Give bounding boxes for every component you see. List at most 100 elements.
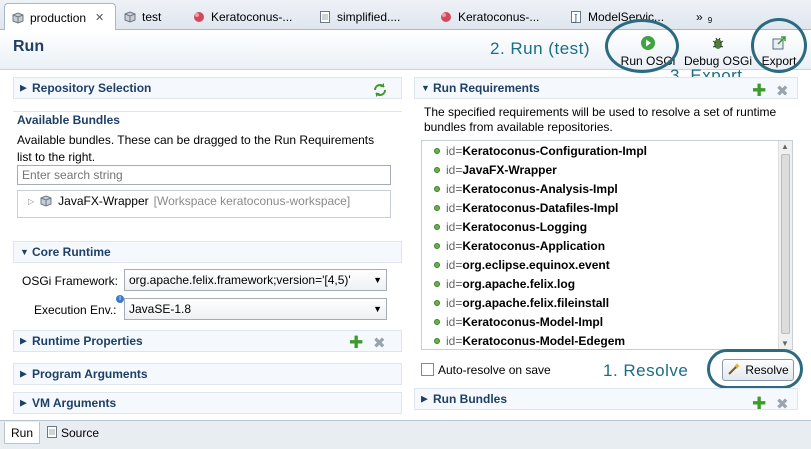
core-runtime-section[interactable]: ▼ Core Runtime — [13, 241, 402, 263]
requirement-row[interactable]: id=Keratoconus-Logging — [434, 220, 587, 234]
requirement-name: Keratoconus-Model-Edegem — [462, 334, 626, 348]
requirement-status-icon — [434, 167, 440, 173]
document-icon — [46, 425, 58, 441]
requirement-label: id=org.eclipse.equinox.event — [446, 258, 610, 272]
annotation-ring-resolve — [707, 349, 803, 389]
page-title: Run — [13, 38, 45, 55]
requirement-prefix: id= — [446, 296, 463, 310]
tab-simplified[interactable]: simplified.... — [312, 4, 422, 29]
add-requirement-icon[interactable]: ✚ — [752, 81, 766, 101]
tab-label: Keratoconus-... — [458, 9, 540, 24]
execution-env-select[interactable]: JavaSE-1.8 ▼ — [124, 298, 387, 320]
tab-keratoconus-2[interactable]: Keratoconus-... — [433, 4, 548, 29]
requirement-row[interactable]: id=Keratoconus-Analysis-Impl — [434, 182, 618, 196]
requirement-label: id=Keratoconus-Model-Edegem — [446, 334, 625, 348]
bundle-icon — [39, 194, 53, 208]
requirement-row[interactable]: id=org.eclipse.equinox.event — [434, 258, 610, 272]
requirement-prefix: id= — [446, 239, 463, 253]
scroll-up-icon[interactable]: ▲ — [781, 142, 789, 151]
requirement-prefix: id= — [446, 258, 463, 272]
bundle-icon — [123, 10, 137, 24]
refresh-icon[interactable] — [372, 82, 388, 101]
osgi-framework-select[interactable]: org.apache.felix.framework;version='[4,5… — [124, 269, 387, 291]
expanded-triangle-icon: ▼ — [421, 83, 430, 93]
collapsed-triangle-icon: ▶ — [20, 335, 27, 346]
select-value: JavaSE-1.8 — [129, 302, 192, 316]
program-arguments-section[interactable]: ▶ Program Arguments — [13, 363, 402, 385]
document-icon — [318, 10, 332, 24]
requirement-row[interactable]: id=Keratoconus-Configuration-Impl — [434, 144, 647, 158]
tab-test[interactable]: test — [117, 4, 177, 29]
section-title: Run Requirements — [433, 81, 540, 95]
expand-triangle-icon[interactable]: ▷ — [28, 197, 34, 206]
requirement-prefix: id= — [446, 163, 463, 177]
remove-requirement-icon[interactable]: ✖ — [776, 82, 789, 100]
auto-resolve-checkbox[interactable] — [421, 363, 434, 376]
add-bundle-icon[interactable]: ✚ — [752, 394, 766, 414]
section-title: Program Arguments — [32, 367, 148, 381]
bug-icon — [710, 35, 726, 54]
overflow-icon[interactable]: » — [696, 10, 703, 24]
remove-icon[interactable]: ✖ — [373, 334, 386, 352]
tab-label: production — [30, 10, 87, 25]
requirement-row[interactable]: id=org.apache.felix.fileinstall — [434, 296, 609, 310]
requirement-row[interactable]: id=Keratoconus-Datafiles-Impl — [434, 201, 618, 215]
requirement-status-icon — [434, 262, 440, 268]
run-icon — [439, 10, 453, 24]
run-requirements-section[interactable]: ▼ Run Requirements — [414, 77, 798, 99]
section-title: Core Runtime — [32, 245, 111, 259]
requirement-status-icon — [434, 338, 440, 344]
editor-tab-bar: production ✕ test Keratoconus-... simpli… — [0, 0, 811, 31]
run-bundles-section[interactable]: ▶ Run Bundles — [414, 388, 798, 410]
tab-production[interactable]: production ✕ — [4, 3, 116, 31]
requirement-prefix: id= — [446, 201, 463, 215]
requirement-row[interactable]: id=Keratoconus-Application — [434, 239, 605, 253]
available-bundles-list[interactable]: ▷ JavaFX-Wrapper [Workspace keratoconus-… — [17, 190, 391, 218]
requirement-prefix: id= — [446, 220, 463, 234]
list-item[interactable]: ▷ JavaFX-Wrapper [Workspace keratoconus-… — [28, 194, 350, 208]
requirement-name: Keratoconus-Configuration-Impl — [462, 144, 648, 158]
collapsed-triangle-icon: ▶ — [20, 368, 27, 379]
requirement-row[interactable]: id=Keratoconus-Model-Edegem — [434, 334, 625, 348]
tab-run[interactable]: Run — [4, 422, 41, 444]
requirement-row[interactable]: id=org.apache.felix.log — [434, 277, 575, 291]
tab-label: simplified.... — [337, 9, 401, 24]
java-icon: J — [569, 10, 583, 24]
requirement-status-icon — [434, 148, 440, 154]
requirement-label: id=Keratoconus-Configuration-Impl — [446, 144, 647, 158]
remove-bundle-icon[interactable]: ✖ — [776, 395, 789, 413]
run-icon — [192, 10, 206, 24]
repository-selection-section[interactable]: ▶ Repository Selection — [13, 77, 402, 99]
chevron-down-icon: ▼ — [373, 275, 382, 285]
scrollbar-thumb[interactable] — [781, 154, 790, 334]
close-icon[interactable]: ✕ — [95, 11, 104, 24]
tab-keratoconus-1[interactable]: Keratoconus-... — [186, 4, 296, 29]
requirement-label: id=Keratoconus-Analysis-Impl — [446, 182, 618, 196]
vm-arguments-section[interactable]: ▶ VM Arguments — [13, 392, 402, 414]
bundle-name: JavaFX-Wrapper — [58, 194, 149, 208]
add-icon[interactable]: ✚ — [349, 333, 363, 353]
requirement-status-icon — [434, 186, 440, 192]
tab-source[interactable]: Source — [40, 422, 105, 444]
bottom-tab-bar — [0, 420, 811, 449]
scrollbar[interactable]: ▲ ▼ — [778, 141, 792, 349]
requirement-status-icon — [434, 281, 440, 287]
requirement-name: Keratoconus-Datafiles-Impl — [462, 201, 619, 215]
runtime-properties-section[interactable]: ▶ Runtime Properties — [13, 330, 402, 352]
tab-overflow[interactable]: » 9 — [696, 4, 716, 29]
requirement-name: JavaFX-Wrapper — [462, 163, 557, 177]
debug-osgi-button[interactable]: Debug OSGi — [683, 32, 753, 68]
execution-env-label: Execution Env.: — [34, 303, 117, 317]
requirement-name: Keratoconus-Model-Impl — [462, 315, 604, 329]
requirement-prefix: id= — [446, 144, 463, 158]
annotation-ring-run — [605, 19, 679, 73]
scroll-down-icon[interactable]: ▼ — [781, 339, 789, 348]
requirement-row[interactable]: id=JavaFX-Wrapper — [434, 163, 557, 177]
bundle-search-input[interactable] — [17, 165, 391, 185]
requirement-name: org.eclipse.equinox.event — [462, 258, 610, 272]
section-title: Run Bundles — [433, 392, 507, 406]
run-requirements-description: The specified requirements will be used … — [424, 105, 777, 134]
auto-resolve-label: Auto-resolve on save — [438, 363, 551, 377]
requirement-row[interactable]: id=Keratoconus-Model-Impl — [434, 315, 603, 329]
available-bundles-description: Available bundles. These can be dragged … — [17, 133, 375, 164]
